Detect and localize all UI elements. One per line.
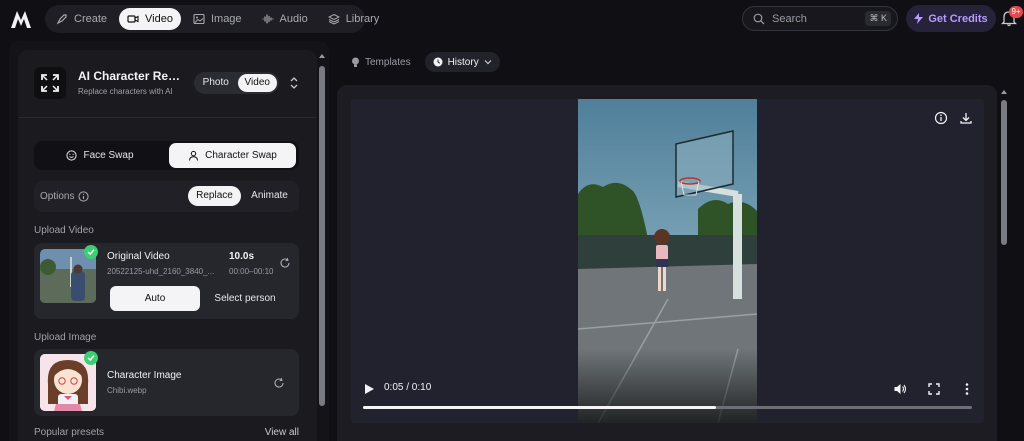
nav-item-label: Image — [210, 13, 242, 25]
rocket-icon — [56, 14, 67, 25]
refresh-icon[interactable] — [279, 257, 291, 269]
upload-image-label: Upload Image — [34, 332, 97, 343]
scrollbar-thumb[interactable] — [1001, 100, 1007, 245]
toggle-photo[interactable]: Photo — [196, 74, 236, 92]
uploaded-check-icon — [84, 351, 98, 365]
chevron-down-icon — [484, 60, 492, 65]
search-icon — [753, 13, 765, 24]
fullscreen-expand-icon — [41, 74, 59, 92]
nav-item-label: Library — [345, 13, 380, 25]
image-filename: Chibi.webp — [107, 386, 147, 395]
tool-subtitle: Replace characters with AI — [78, 87, 173, 96]
video-filename: 20522125-uhd_2160_3840_... — [107, 267, 215, 276]
video-range: 00:00–00:10 — [229, 267, 274, 276]
video-icon — [127, 15, 139, 23]
swap-type-toggle: Face Swap Character Swap — [34, 141, 299, 170]
upload-video-label: Upload Video — [34, 225, 94, 236]
info-icon[interactable] — [78, 191, 89, 202]
tab-label: History — [447, 56, 479, 68]
replace-animate-toggle: Replace Animate — [188, 186, 296, 206]
volume-icon[interactable] — [893, 382, 907, 396]
photo-video-toggle: Photo Video — [194, 72, 279, 94]
refresh-icon[interactable] — [273, 377, 285, 389]
nav-item-video[interactable]: Video — [119, 8, 181, 30]
original-video-title: Original Video — [107, 251, 170, 262]
bulb-icon — [352, 57, 359, 67]
download-icon[interactable] — [959, 111, 973, 125]
character-swap-label: Character Swap — [205, 150, 277, 161]
character-image-title: Character Image — [107, 370, 182, 381]
tab-label: Templates — [365, 56, 411, 68]
video-progress-bar[interactable] — [363, 406, 972, 409]
popular-presets-label: Popular presets — [34, 427, 105, 438]
search-input[interactable]: Search ⌘ K — [742, 6, 898, 31]
smiley-icon — [66, 150, 78, 161]
nav-item-label: Create — [74, 13, 108, 25]
info-icon[interactable] — [934, 111, 948, 125]
auto-button[interactable]: Auto — [110, 286, 200, 311]
stack-icon — [327, 13, 340, 25]
select-person-button[interactable]: Select person — [204, 286, 286, 311]
chevron-up-down-icon[interactable] — [289, 76, 299, 90]
nav-item-label: Audio — [279, 13, 308, 25]
play-icon[interactable] — [362, 382, 376, 396]
tab-templates[interactable]: Templates — [343, 52, 419, 72]
nav-item-library[interactable]: Library — [320, 8, 388, 30]
view-all-link[interactable]: View all — [265, 427, 299, 438]
video-duration: 10.0s — [229, 251, 255, 262]
video-player[interactable]: 0:05 / 0:10 — [351, 99, 984, 423]
audio-wave-icon — [261, 14, 274, 24]
tab-history[interactable]: History — [424, 52, 500, 72]
get-credits-button[interactable]: Get Credits — [906, 5, 996, 32]
left-scrollbar[interactable] — [318, 52, 326, 441]
nav-item-image[interactable]: Image — [185, 8, 250, 30]
video-progress-fill — [363, 406, 717, 409]
toggle-video[interactable]: Video — [237, 74, 277, 92]
scroll-up-icon[interactable] — [318, 52, 326, 60]
nav-item-label: Video — [145, 13, 173, 25]
options-label: Options — [40, 191, 75, 202]
right-scrollbar[interactable] — [1000, 88, 1008, 438]
search-placeholder: Search — [772, 12, 807, 25]
preview-tabs: Templates History — [343, 52, 500, 72]
image-icon — [193, 13, 205, 25]
divider — [19, 117, 316, 118]
tool-icon — [34, 67, 66, 99]
playback-time: 0:05 / 0:10 — [384, 382, 432, 393]
search-shortcut: ⌘ K — [865, 11, 891, 26]
notification-badge: 9+ — [1009, 6, 1023, 18]
face-swap-button[interactable]: Face Swap — [36, 143, 164, 168]
character-image-card[interactable]: Character Image Chibi.webp — [34, 349, 299, 416]
nav-item-create[interactable]: Create — [48, 8, 115, 30]
get-credits-label: Get Credits — [928, 12, 988, 25]
uploaded-check-icon — [84, 245, 98, 259]
more-options-icon[interactable] — [960, 382, 974, 396]
app-logo-icon[interactable] — [8, 6, 34, 32]
replace-button[interactable]: Replace — [188, 186, 241, 206]
user-icon — [189, 150, 199, 161]
lightning-icon — [914, 13, 924, 24]
tool-title: AI Character Rep... — [78, 69, 183, 83]
character-swap-button[interactable]: Character Swap — [169, 143, 296, 168]
scroll-up-icon[interactable] — [1000, 88, 1008, 96]
original-video-card[interactable]: Original Video 20522125-uhd_2160_3840_..… — [34, 243, 299, 319]
popular-presets-row: Popular presets View all — [34, 427, 299, 438]
video-frame — [578, 99, 757, 423]
fullscreen-icon[interactable] — [927, 382, 941, 396]
main-nav: Create Video Image Audio Library — [45, 5, 379, 33]
options-row: Options Replace Animate — [34, 181, 299, 212]
nav-item-audio[interactable]: Audio — [254, 8, 316, 30]
clock-icon — [433, 57, 443, 67]
animate-button[interactable]: Animate — [243, 186, 296, 206]
scrollbar-thumb[interactable] — [319, 66, 325, 406]
face-swap-label: Face Swap — [83, 150, 134, 161]
